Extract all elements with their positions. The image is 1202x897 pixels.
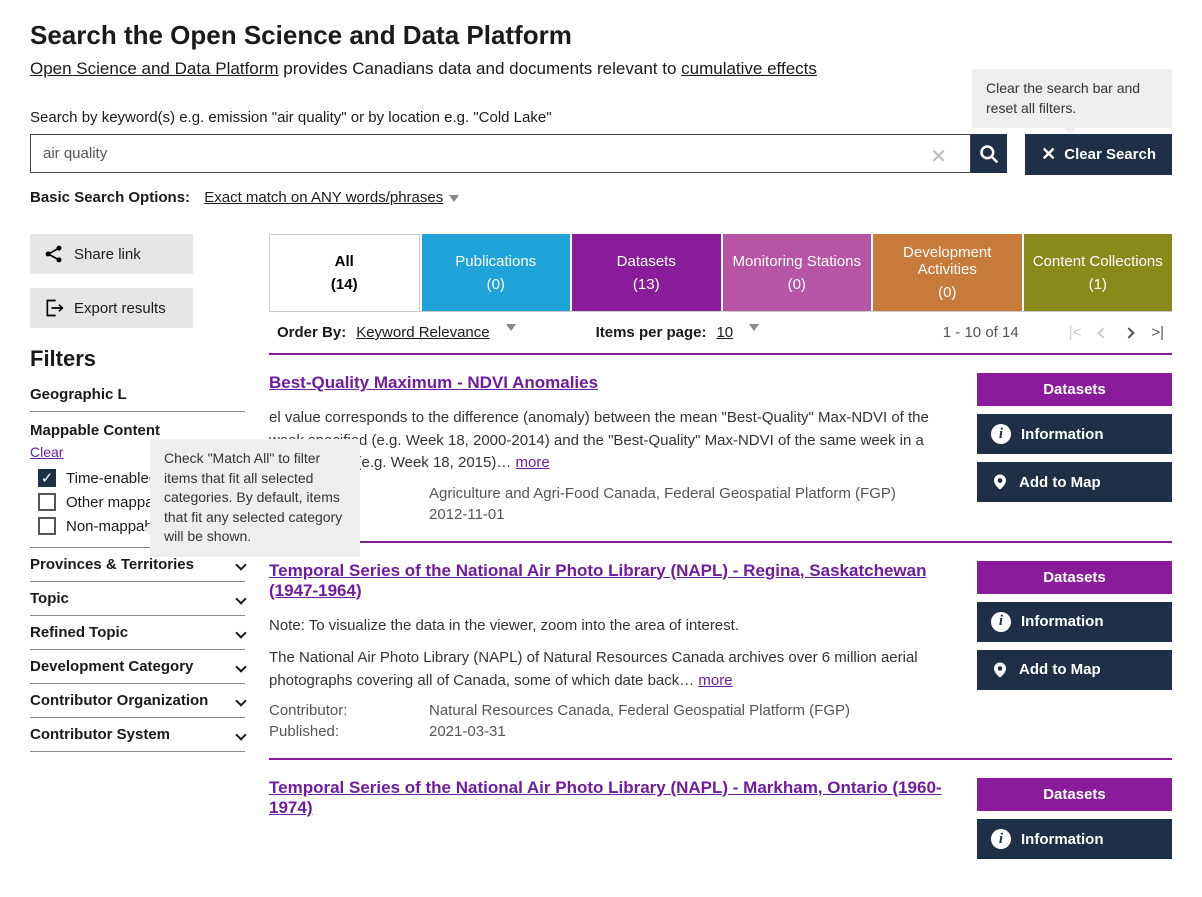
clear-filter-link[interactable]: Clear [30, 444, 63, 460]
info-icon: i [991, 829, 1011, 849]
close-icon: ✕ [1041, 144, 1056, 165]
search-input[interactable] [30, 134, 971, 173]
clear-input-icon[interactable]: ✕ [930, 144, 947, 169]
tab-collections[interactable]: Content Collections(1) [1024, 234, 1173, 311]
information-button[interactable]: iInformation [977, 819, 1172, 859]
result-description: The National Air Photo Library (NAPL) of… [269, 647, 957, 692]
filter-section-contributor-sys[interactable]: Contributor System [30, 718, 245, 752]
chevron-down-icon [235, 729, 246, 740]
pager: |< >| [1069, 324, 1164, 341]
chevron-down-icon [235, 695, 246, 706]
information-button[interactable]: iInformation [977, 414, 1172, 454]
chevron-down-icon [235, 593, 246, 604]
cumulative-effects-link[interactable]: cumulative effects [681, 59, 817, 78]
page-title: Search the Open Science and Data Platfor… [30, 20, 1172, 51]
order-by-dropdown[interactable]: Keyword Relevance [356, 324, 489, 341]
pager-prev[interactable] [1099, 324, 1107, 341]
share-link-button[interactable]: Share link [30, 234, 193, 274]
paging-info: 1 - 10 of 14 [943, 324, 1019, 341]
checkbox-icon[interactable] [38, 493, 56, 511]
info-icon: i [991, 612, 1011, 632]
basic-search-options: Basic Search Options: Exact match on ANY… [30, 189, 1172, 206]
add-to-map-button[interactable]: Add to Map [977, 650, 1172, 690]
filter-section-geographic[interactable]: Geographic L [30, 378, 245, 412]
result-type-badge: Datasets [977, 373, 1172, 406]
tab-publications[interactable]: Publications(0) [422, 234, 571, 311]
results-controls: Order By: Keyword Relevance Items per pa… [269, 312, 1172, 353]
pager-last[interactable]: >| [1151, 324, 1164, 341]
filters-heading: Filters [30, 346, 245, 372]
pager-next[interactable] [1125, 324, 1133, 341]
items-per-page-dropdown[interactable]: 10 [716, 324, 733, 341]
checkbox-icon[interactable] [38, 517, 56, 535]
search-icon [979, 144, 999, 164]
tab-monitoring[interactable]: Monitoring Stations(0) [723, 234, 872, 311]
checkbox-checked-icon[interactable]: ✓ [38, 469, 56, 487]
chevron-down-icon [749, 324, 759, 331]
tab-development[interactable]: Development Activities(0) [873, 234, 1022, 311]
clear-search-tooltip: Clear the search bar and reset all filte… [972, 69, 1172, 128]
chevron-down-icon [235, 661, 246, 672]
filter-section-development[interactable]: Development Category [30, 650, 245, 684]
result-tabs: All(14) Publications(0) Datasets(13) Mon… [269, 234, 1172, 312]
items-per-page-label: Items per page: [596, 324, 707, 341]
chevron-down-icon [235, 559, 246, 570]
result-description: el value corresponds to the difference (… [269, 407, 957, 475]
chevron-down-icon [449, 195, 459, 202]
tab-datasets[interactable]: Datasets(13) [572, 234, 721, 311]
chevron-down-icon [506, 324, 516, 331]
mappable-content-heading: Mappable Content [30, 422, 245, 439]
more-link[interactable]: more [516, 454, 550, 471]
result-item: Temporal Series of the National Air Phot… [269, 758, 1172, 877]
result-title-link[interactable]: Temporal Series of the National Air Phot… [269, 778, 942, 817]
more-link[interactable]: more [698, 672, 732, 689]
info-icon: i [991, 424, 1011, 444]
result-title-link[interactable]: Best-Quality Maximum - NDVI Anomalies [269, 373, 598, 392]
result-item: Best-Quality Maximum - NDVI Anomalies el… [269, 353, 1172, 541]
search-options-dropdown[interactable]: Exact match on ANY words/phrases [204, 189, 443, 206]
match-all-tooltip: Check "Match All" to filter items that f… [150, 439, 360, 557]
order-by-label: Order By: [277, 324, 346, 341]
search-button[interactable] [971, 134, 1007, 173]
filter-section-topic[interactable]: Topic [30, 582, 245, 616]
result-description: Note: To visualize the data in the viewe… [269, 615, 957, 638]
result-item: Temporal Series of the National Air Phot… [269, 541, 1172, 759]
result-title-link[interactable]: Temporal Series of the National Air Phot… [269, 561, 926, 600]
result-type-badge: Datasets [977, 778, 1172, 811]
platform-link[interactable]: Open Science and Data Platform [30, 59, 279, 78]
add-to-map-button[interactable]: Add to Map [977, 462, 1172, 502]
information-button[interactable]: iInformation [977, 602, 1172, 642]
share-icon [44, 244, 64, 264]
filter-section-contributor-org[interactable]: Contributor Organization [30, 684, 245, 718]
export-icon [44, 298, 64, 318]
tab-all[interactable]: All(14) [269, 234, 420, 311]
result-type-badge: Datasets [977, 561, 1172, 594]
pager-first[interactable]: |< [1069, 324, 1082, 341]
filter-section-refined-topic[interactable]: Refined Topic [30, 616, 245, 650]
map-pin-icon [991, 472, 1009, 492]
clear-search-button[interactable]: ✕ Clear Search [1025, 134, 1172, 175]
export-results-button[interactable]: Export results [30, 288, 193, 328]
map-pin-icon [991, 660, 1009, 680]
chevron-down-icon [235, 627, 246, 638]
